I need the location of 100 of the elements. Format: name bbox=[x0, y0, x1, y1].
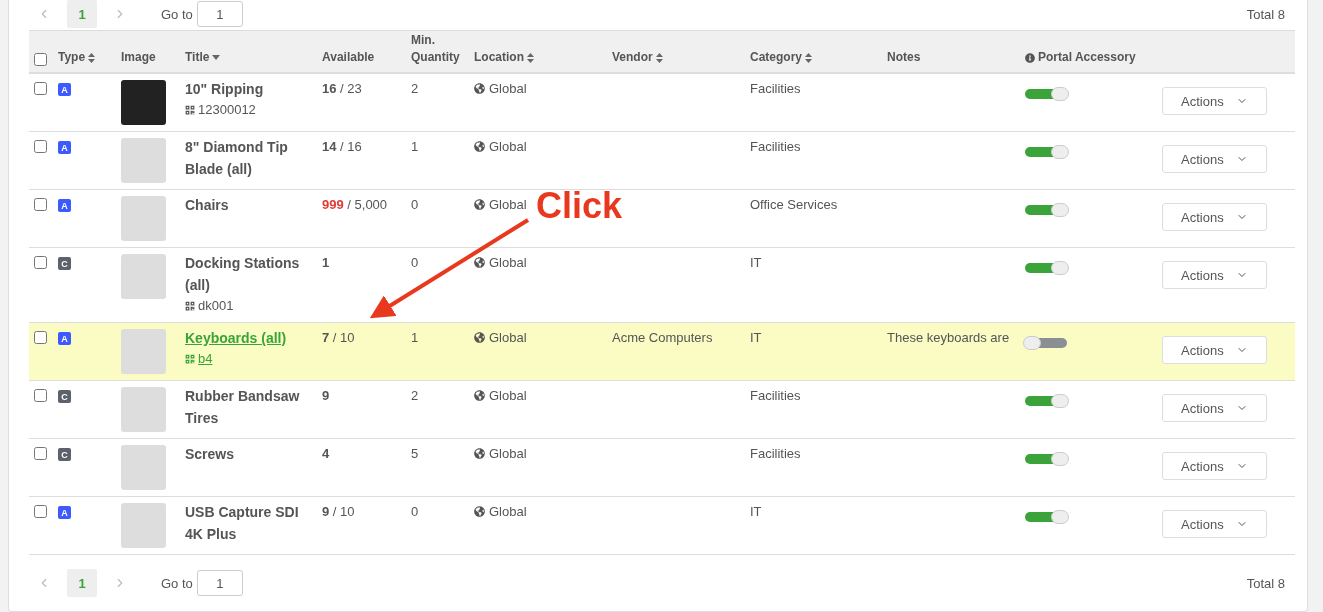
portal-toggle[interactable] bbox=[1025, 263, 1067, 273]
type-badge: A bbox=[58, 506, 71, 519]
category-text: Facilities bbox=[750, 446, 801, 461]
category-text: IT bbox=[750, 330, 762, 345]
actions-button[interactable]: Actions bbox=[1162, 452, 1267, 480]
type-badge: C bbox=[58, 257, 71, 270]
vendor-text: Acme Computers bbox=[612, 330, 713, 345]
item-code: dk001 bbox=[185, 296, 234, 316]
min-quantity: 5 bbox=[411, 446, 419, 461]
column-header[interactable]: Title bbox=[185, 49, 210, 66]
item-title: Docking Stations (all) bbox=[185, 254, 301, 295]
location-text: Global bbox=[474, 330, 527, 345]
availability-count: 14 / 16 bbox=[322, 139, 362, 154]
actions-button[interactable]: Actions bbox=[1162, 203, 1267, 231]
item-title: Rubber Bandsaw Tires bbox=[185, 387, 301, 428]
total-count: Total 8 bbox=[1246, 575, 1285, 591]
location-text: Global bbox=[474, 81, 527, 96]
min-quantity: 1 bbox=[411, 139, 419, 154]
actions-button[interactable]: Actions bbox=[1162, 510, 1267, 538]
type-badge: A bbox=[58, 141, 71, 154]
column-header: Notes bbox=[887, 49, 921, 66]
sort-down-icon[interactable] bbox=[212, 55, 221, 60]
min-quantity: 2 bbox=[411, 81, 419, 96]
item-title: 10" Ripping bbox=[185, 80, 264, 99]
sort-icon[interactable] bbox=[805, 52, 812, 63]
page-input[interactable]: 1 bbox=[196, 1, 243, 27]
sort-icon[interactable] bbox=[527, 52, 534, 63]
category-text: IT bbox=[750, 504, 762, 519]
qr-code-icon bbox=[185, 105, 195, 115]
type-badge: A bbox=[58, 199, 71, 212]
go-to-label: Go to bbox=[161, 575, 193, 591]
location-text: Global bbox=[474, 446, 527, 461]
row-checkbox[interactable] bbox=[34, 140, 47, 153]
category-text: Facilities bbox=[750, 388, 801, 403]
availability-count: 1 bbox=[322, 255, 330, 270]
photo-placeholder bbox=[121, 329, 166, 374]
portal-toggle[interactable] bbox=[1025, 338, 1067, 348]
row-checkbox[interactable] bbox=[34, 82, 47, 95]
actions-button[interactable]: Actions bbox=[1162, 87, 1267, 115]
photo-placeholder bbox=[121, 196, 166, 241]
portal-toggle[interactable] bbox=[1025, 396, 1067, 406]
portal-toggle[interactable] bbox=[1025, 205, 1067, 215]
row-checkbox[interactable] bbox=[34, 331, 47, 344]
globe-icon bbox=[474, 332, 485, 343]
min-quantity: 0 bbox=[411, 255, 419, 270]
column-header: Portal Accessory bbox=[1038, 49, 1136, 66]
category-text: IT bbox=[750, 255, 762, 270]
portal-toggle[interactable] bbox=[1025, 147, 1067, 157]
qr-code-icon bbox=[185, 301, 195, 311]
qr-code-icon bbox=[185, 354, 195, 364]
availability-count: 999 / 5,000 bbox=[322, 197, 388, 212]
actions-button[interactable]: Actions bbox=[1162, 336, 1267, 364]
availability-count: 16 / 23 bbox=[322, 81, 362, 96]
total-count: Total 8 bbox=[1246, 6, 1285, 22]
row-checkbox[interactable] bbox=[34, 256, 47, 269]
item-title: Chairs bbox=[185, 196, 229, 215]
portal-toggle[interactable] bbox=[1025, 89, 1067, 99]
globe-icon bbox=[474, 83, 485, 94]
column-header[interactable]: Vendor bbox=[612, 49, 653, 66]
min-quantity: 1 bbox=[411, 330, 419, 345]
globe-icon bbox=[474, 199, 485, 210]
availability-count: 7 / 10 bbox=[322, 330, 355, 345]
row-checkbox[interactable] bbox=[34, 505, 47, 518]
column-header[interactable]: Category bbox=[750, 49, 802, 66]
column-header[interactable]: Type bbox=[58, 49, 86, 66]
portal-toggle[interactable] bbox=[1025, 454, 1067, 464]
location-text: Global bbox=[474, 197, 527, 212]
availability-count: 9 bbox=[322, 388, 330, 403]
globe-icon bbox=[474, 141, 485, 152]
photo-placeholder bbox=[121, 138, 166, 183]
column-header: Available bbox=[322, 49, 375, 66]
category-text: Office Services bbox=[750, 197, 838, 212]
actions-button[interactable]: Actions bbox=[1162, 145, 1267, 173]
photo-placeholder bbox=[121, 387, 166, 432]
availability-count: 9 / 10 bbox=[322, 504, 355, 519]
row-checkbox[interactable] bbox=[34, 447, 47, 460]
type-badge: A bbox=[58, 332, 71, 345]
globe-icon bbox=[474, 448, 485, 459]
page-input[interactable]: 1 bbox=[196, 570, 243, 596]
photo-placeholder bbox=[121, 254, 166, 299]
item-code: 12300012 bbox=[185, 100, 256, 120]
sort-icon[interactable] bbox=[655, 52, 663, 63]
type-badge: C bbox=[58, 448, 71, 461]
item-title: Screws bbox=[185, 445, 235, 464]
min-quantity: 0 bbox=[411, 197, 419, 212]
select-all-checkbox[interactable] bbox=[34, 53, 47, 66]
column-header: Image bbox=[121, 49, 156, 66]
actions-button[interactable]: Actions bbox=[1162, 394, 1267, 422]
globe-icon bbox=[474, 257, 485, 268]
globe-icon bbox=[474, 506, 485, 517]
row-checkbox[interactable] bbox=[34, 389, 47, 402]
column-header: Min. Quantity bbox=[411, 32, 461, 66]
photo-placeholder bbox=[121, 503, 166, 548]
column-header[interactable]: Location bbox=[474, 49, 524, 66]
portal-toggle[interactable] bbox=[1025, 512, 1067, 522]
globe-icon bbox=[474, 390, 485, 401]
item-title: 8" Diamond Tip Blade (all) bbox=[185, 138, 289, 179]
actions-button[interactable]: Actions bbox=[1162, 261, 1267, 289]
row-checkbox[interactable] bbox=[34, 198, 47, 211]
sort-icon[interactable] bbox=[88, 52, 96, 63]
